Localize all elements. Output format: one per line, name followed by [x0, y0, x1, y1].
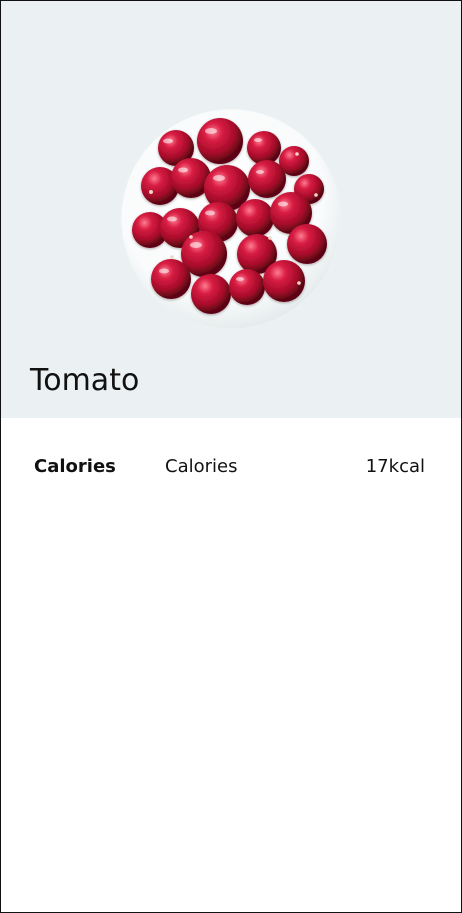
food-detail-screen: Tomato Calories Calories 17kcal: [0, 0, 462, 913]
calories-value: 17kcal: [365, 456, 425, 477]
food-title: Tomato: [30, 363, 140, 398]
nutrition-heading: Calories: [34, 456, 116, 477]
food-image: [120, 108, 342, 330]
nutrition-row: Calories Calories 17kcal: [1, 448, 461, 488]
calories-label: Calories: [165, 456, 238, 477]
food-hero: Tomato: [1, 1, 461, 418]
